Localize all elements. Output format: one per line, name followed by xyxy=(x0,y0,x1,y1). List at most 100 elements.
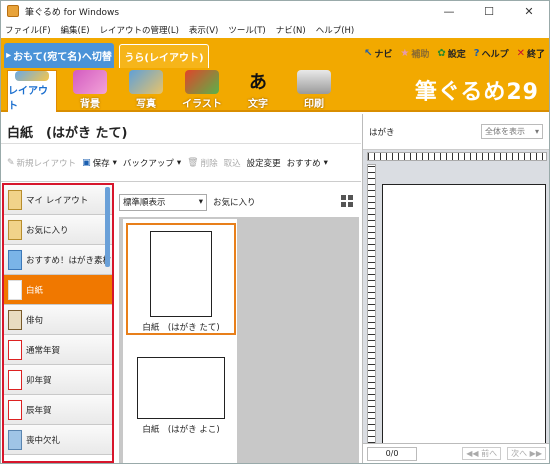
menu-bar: ファイル(F) 編集(E) レイアウトの管理(L) 表示(V) ツール(T) ナ… xyxy=(1,21,549,38)
category-text[interactable]: あ 文字 xyxy=(233,68,283,110)
zoom-select[interactable]: 全体を表示 ▾ xyxy=(481,124,543,139)
chevron-down-icon: ▾ xyxy=(176,158,182,168)
help-button[interactable]: ? ヘルプ xyxy=(474,47,509,60)
help-label: ヘルプ xyxy=(481,49,509,60)
vertical-ruler xyxy=(367,164,376,444)
list-item-label: おすすめ！はがき素材 xyxy=(26,255,112,266)
list-item-favorites[interactable]: お気に入り xyxy=(4,215,112,245)
category-print[interactable]: 印刷 xyxy=(289,70,339,110)
menu-layout-manage[interactable]: レイアウトの管理(L) xyxy=(100,24,179,36)
minimize-button[interactable]: — xyxy=(429,1,469,21)
trash-icon: 🗑 xyxy=(187,158,199,168)
close-button[interactable]: ✕ xyxy=(509,1,549,21)
list-item-haiku[interactable]: 俳句 xyxy=(4,305,112,335)
folder-star-icon xyxy=(8,219,22,240)
chevron-down-icon: ▾ xyxy=(112,158,117,168)
import-button[interactable]: 取込 xyxy=(224,157,241,169)
category-list: マイ レイアウト お気に入り おすすめ！はがき素材 白紙 俳句 通常年賀 卯年賀… xyxy=(2,183,114,463)
category-layout-label: レイアウト xyxy=(8,86,48,112)
recommended-label: おすすめ xyxy=(286,159,321,169)
list-item-rabbit-year[interactable]: 卯年賀 xyxy=(4,365,112,395)
postcard-portrait-preview xyxy=(150,231,212,317)
menu-edit[interactable]: 編集(E) xyxy=(61,24,90,36)
category-print-label: 印刷 xyxy=(304,99,324,110)
chevron-down-icon: ▾ xyxy=(198,197,203,207)
delete-label: 削除 xyxy=(200,159,218,169)
delete-button[interactable]: 🗑 削除 xyxy=(187,157,217,169)
change-settings-button[interactable]: 設定変更 xyxy=(247,157,281,169)
backup-button[interactable]: バックアップ ▾ xyxy=(123,157,181,169)
navi-label: ナビ xyxy=(374,49,393,60)
maximize-button[interactable]: ☐ xyxy=(469,1,509,21)
menu-navi[interactable]: ナビ(N) xyxy=(276,24,306,36)
photo-icon xyxy=(129,70,163,94)
haiku-brush-icon xyxy=(8,309,22,330)
folder-person-icon xyxy=(8,189,22,210)
list-item-my-layout[interactable]: マイ レイアウト xyxy=(4,185,112,215)
exit-button[interactable]: ✕ 終了 xyxy=(517,47,545,60)
rabbit-card-icon xyxy=(8,369,22,390)
category-bar: レイアウト 背景 写真 イラスト あ 文字 印刷 筆ぐるめ29 xyxy=(1,68,549,112)
zoom-value: 全体を表示 xyxy=(485,127,525,136)
app-window: 筆ぐるめ for Windows — ☐ ✕ ファイル(F) 編集(E) レイア… xyxy=(0,0,550,464)
prev-page-button[interactable]: ◀◀ 前へ xyxy=(462,447,502,460)
template-blank-portrait[interactable]: 白紙 (はがき たて) xyxy=(126,223,236,335)
template-caption: 白紙 (はがき よこ) xyxy=(142,425,220,435)
horizontal-ruler xyxy=(367,152,547,161)
postcard-preview xyxy=(382,184,546,448)
gear-icon: ✿ xyxy=(437,47,446,59)
settings-button[interactable]: ✿ 設定 xyxy=(437,47,465,60)
next-page-button[interactable]: 次へ ▶▶ xyxy=(507,447,546,460)
assist-label: 補助 xyxy=(411,49,430,60)
menu-help[interactable]: ヘルプ(H) xyxy=(316,24,355,36)
new-layout-icon: ✎ xyxy=(7,158,15,168)
list-item-mourning[interactable]: 喪中欠礼 xyxy=(4,425,112,455)
list-item-label: 通常年賀 xyxy=(26,345,61,356)
list-scrollbar[interactable] xyxy=(105,187,110,267)
next-label: 次へ xyxy=(511,449,528,458)
category-illustration-label: イラスト xyxy=(182,99,222,110)
sort-select[interactable]: 標準順表示 ▾ xyxy=(119,193,207,211)
template-gallery: 白紙 (はがき たて) 白紙 (はがき よこ) xyxy=(119,217,359,463)
menu-tools[interactable]: ツール(T) xyxy=(228,24,265,36)
new-layout-button[interactable]: ✎ 新規レイアウト xyxy=(7,157,76,169)
list-item-recommended[interactable]: おすすめ！はがき素材 xyxy=(4,245,112,275)
menu-view[interactable]: 表示(V) xyxy=(189,24,218,36)
new-year-card-icon xyxy=(8,339,22,360)
dragon-card-icon xyxy=(8,399,22,420)
brush-text-icon: あ xyxy=(241,68,275,94)
assist-button[interactable]: ★ 補助 xyxy=(400,47,429,60)
side-tab-row: ▸ おもて(宛て名)へ切替 うら(レイアウト) ↖ ナビ ★ 補助 ✿ 設定 ? ヘルプ… xyxy=(1,38,549,68)
helper-toolbar: ↖ ナビ ★ 補助 ✿ 設定 ? ヘルプ ✕ 終了 xyxy=(356,42,545,64)
category-background[interactable]: 背景 xyxy=(65,70,115,110)
list-item-new-year[interactable]: 通常年賀 xyxy=(4,335,112,365)
grid-view-icon[interactable] xyxy=(341,195,353,207)
tab-layout-side[interactable]: うら(レイアウト) xyxy=(119,44,209,68)
list-item-label: 喪中欠礼 xyxy=(26,435,61,446)
category-layout[interactable]: レイアウト xyxy=(7,70,57,112)
printer-icon xyxy=(297,70,331,94)
tab-address-side[interactable]: ▸ おもて(宛て名)へ切替 xyxy=(4,43,114,68)
list-item-dragon-year[interactable]: 辰年賀 xyxy=(4,395,112,425)
navi-button[interactable]: ↖ ナビ xyxy=(364,47,392,60)
menu-file[interactable]: ファイル(F) xyxy=(5,24,51,36)
recommended-button[interactable]: おすすめ ▾ xyxy=(287,157,328,169)
save-button[interactable]: ▣ 保存 ▾ xyxy=(82,157,117,169)
category-illustration[interactable]: イラスト xyxy=(177,70,227,110)
page-indicator: 0/0 xyxy=(367,446,417,461)
layout-toolbar: ✎ 新規レイアウト ▣ 保存 ▾ バックアップ ▾ 🗑 削除 取込 設定変更 おすすめ ▾ xyxy=(1,145,361,182)
category-photo[interactable]: 写真 xyxy=(121,70,171,110)
settings-label: 設定 xyxy=(447,49,466,60)
list-item-label: 俳句 xyxy=(26,315,44,326)
list-item-blank[interactable]: 白紙 xyxy=(4,275,112,305)
play-icon: ▸ xyxy=(6,50,12,61)
template-blank-landscape[interactable]: 白紙 (はがき よこ) xyxy=(126,343,236,453)
help-icon: ? xyxy=(473,47,480,59)
exit-label: 終了 xyxy=(526,49,545,60)
layout-icon xyxy=(15,71,49,81)
blank-page-icon xyxy=(8,279,22,300)
preview-label: はがき xyxy=(369,127,395,138)
background-icon xyxy=(73,70,107,94)
favorites-filter[interactable]: お気に入り xyxy=(213,196,256,208)
app-icon xyxy=(7,5,19,17)
